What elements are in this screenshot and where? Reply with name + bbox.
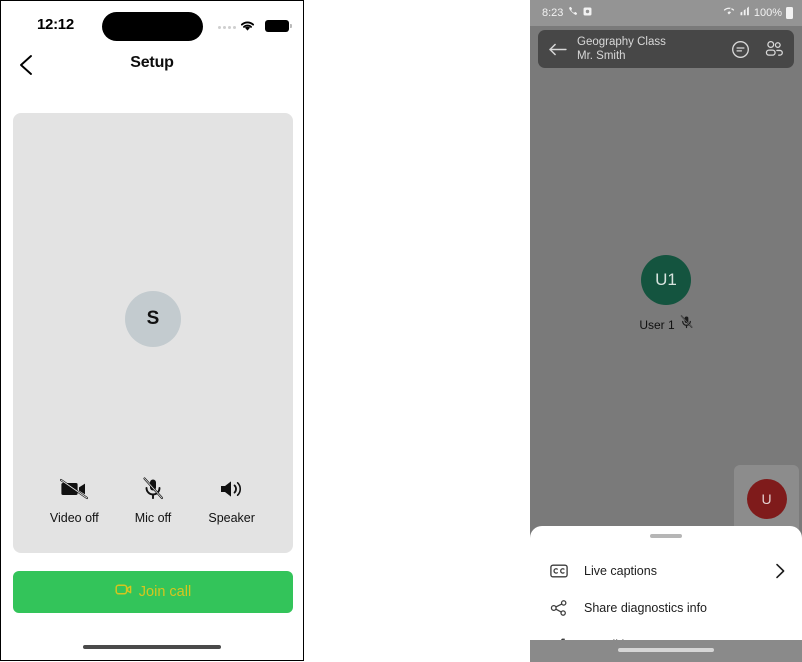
home-indicator [83, 645, 221, 649]
home-indicator[interactable] [618, 648, 714, 652]
wifi-icon [239, 19, 256, 37]
battery-full-icon [265, 20, 292, 32]
status-bar-right: 100% [723, 6, 793, 19]
closed-captions-icon [548, 563, 570, 578]
mic-off-label: Mic off [134, 511, 172, 525]
call-subtitle: Mr. Smith [577, 50, 626, 62]
mic-muted-icon [680, 315, 693, 334]
call-header-titles: Geography Class Mr. Smith [577, 35, 731, 64]
speaker-label: Speaker [208, 511, 255, 525]
avatar-initials: U1 [655, 270, 677, 289]
avatar: U1 [641, 255, 691, 305]
status-bar-left: 8:23 [542, 6, 592, 19]
video-camera-icon [115, 582, 132, 602]
chevron-right-icon [775, 563, 786, 579]
cell-signal-icon [739, 6, 750, 19]
video-off-label: Video off [49, 511, 99, 525]
people-icon[interactable] [764, 40, 784, 58]
speaker-icon [194, 474, 270, 504]
menu-item-live-captions[interactable]: Live captions [530, 552, 802, 589]
menu-item-label: Live captions [584, 563, 657, 578]
page-title: Setup [130, 54, 174, 71]
video-off-icon [36, 474, 112, 504]
battery-full-icon [786, 6, 793, 19]
video-off-button[interactable]: Video off [36, 474, 112, 525]
dynamic-island [102, 12, 203, 41]
android-nav-bar [530, 640, 802, 662]
menu-item-label: Share diagnostics info [584, 600, 707, 615]
call-header-actions [731, 40, 784, 59]
participant-name: User 1 [639, 317, 675, 332]
android-call-phone: 8:23 100% Geography Class Mr. Smith U1 U… [530, 0, 802, 662]
preview-controls: Video off Mic off Speaker [13, 474, 293, 525]
battery-percent: 100% [753, 6, 782, 19]
video-preview-card: S Video off Mic off Speaker [13, 113, 293, 553]
ios-setup-phone: 12:12 Setup S Video off Mic off Speaker … [0, 0, 304, 661]
avatar-initial: S [146, 308, 160, 329]
self-avatar-initial: U [761, 491, 772, 507]
call-header: Geography Class Mr. Smith [538, 30, 794, 68]
ios-status-bar: 12:12 [1, 1, 303, 43]
participant-tile[interactable]: U1 User 1 [530, 255, 802, 334]
status-bar-time: 12:12 [37, 16, 74, 33]
ios-nav-bar: Setup [1, 43, 303, 89]
bottom-sheet: Live captions Share diagnostics info [530, 526, 802, 652]
status-bar-time: 8:23 [542, 6, 564, 19]
phone-icon [568, 6, 578, 19]
signal-dots-icon [218, 26, 236, 29]
participant-name-row: User 1 [530, 315, 802, 334]
back-button[interactable] [548, 42, 567, 57]
chat-bubble-icon[interactable] [731, 40, 750, 59]
wifi-icon [723, 6, 735, 19]
join-call-button[interactable]: Join call [13, 571, 293, 613]
join-call-label: Join call [138, 584, 192, 600]
camera-icon [583, 7, 592, 19]
speaker-button[interactable]: Speaker [194, 474, 270, 525]
android-status-bar: 8:23 100% [530, 0, 802, 26]
menu-item-share-diagnostics-info[interactable]: Share diagnostics info [530, 589, 802, 626]
call-title: Geography Class [577, 35, 666, 48]
share-icon [548, 599, 570, 617]
avatar: S [125, 291, 181, 347]
drag-handle[interactable] [650, 534, 682, 538]
mic-off-icon [115, 474, 191, 504]
mic-off-button[interactable]: Mic off [115, 474, 191, 525]
self-avatar: U [746, 479, 787, 519]
self-view-tile[interactable]: U [734, 465, 799, 533]
